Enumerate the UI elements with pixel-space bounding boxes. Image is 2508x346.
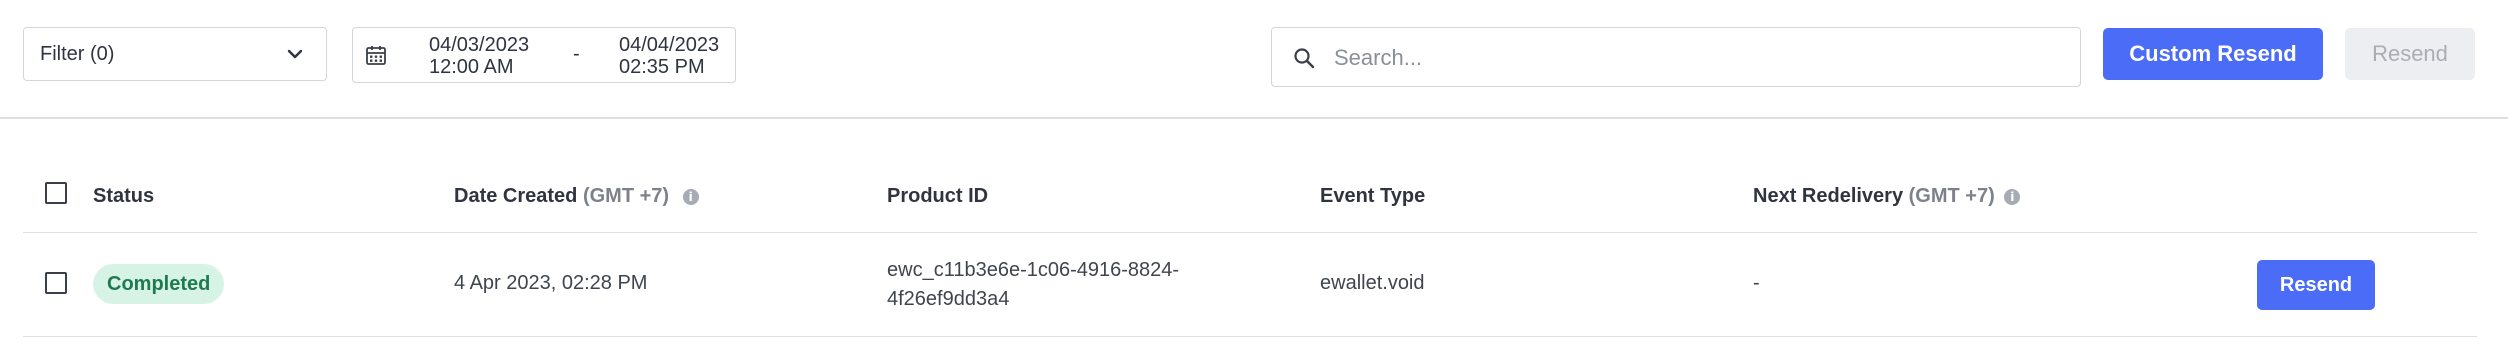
select-all-checkbox[interactable] [45, 182, 67, 204]
filter-label: Filter (0) [40, 42, 115, 65]
search-placeholder: Search... [1334, 45, 1423, 70]
cell-next-redelivery: - [1753, 272, 1760, 294]
date-to-date: 04/04/2023 [619, 34, 720, 56]
date-from[interactable]: 04/03/2023 12:00 AM [429, 34, 529, 78]
table-header: Status Date Created (GMT +7) i Product I… [23, 166, 2477, 233]
row-checkbox[interactable] [45, 272, 67, 294]
date-from-date: 04/03/2023 [429, 34, 530, 56]
cell-date-created: 4 Apr 2023, 02:28 PM [454, 272, 648, 294]
column-date-created-tz: (GMT +7) [582, 185, 670, 207]
table-row: Completed 4 Apr 2023, 02:28 PM ewc_c11b3… [23, 234, 2477, 337]
date-range-picker[interactable]: 04/03/2023 12:00 AM - 04/04/2023 02:35 P… [352, 27, 736, 83]
custom-resend-button[interactable]: Custom Resend [2103, 28, 2323, 80]
date-from-time: 12:00 AM [429, 56, 514, 78]
column-status: Status [93, 185, 155, 207]
info-icon: i [2004, 188, 2021, 205]
resend-button[interactable]: Resend [2345, 28, 2475, 80]
cell-event-type: ewallet.void [1320, 272, 1425, 294]
column-event-type: Event Type [1320, 185, 1426, 207]
status-badge: Completed [93, 264, 225, 304]
column-next-redelivery-tz: (GMT +7) [1908, 185, 1995, 207]
search-input[interactable]: Search... [1271, 27, 2081, 87]
row-resend-button[interactable]: Resend [2257, 260, 2375, 310]
column-date-created: Date Created (GMT +7) i [454, 185, 699, 208]
date-separator: - [573, 43, 580, 65]
toolbar-divider [0, 117, 2508, 119]
toolbar: Filter (0) 04/03/2023 12:00 AM - 04/04/2… [0, 0, 2508, 118]
column-next-redelivery-label: Next Redelivery [1753, 185, 1904, 207]
column-product-id: Product ID [887, 185, 989, 207]
filter-dropdown[interactable]: Filter (0) [23, 27, 327, 81]
info-icon: i [682, 188, 699, 205]
cell-product-id-line2: 4f26ef9dd3a4 [887, 288, 1010, 310]
cell-product-id-line1: ewc_c11b3e6e-1c06-4916-8824- [887, 259, 1180, 281]
search-icon [1294, 48, 1315, 69]
date-to[interactable]: 04/04/2023 02:35 PM [619, 34, 719, 78]
column-date-created-label: Date Created [454, 185, 578, 207]
calendar-icon [366, 46, 386, 65]
chevron-down-icon [287, 49, 303, 59]
date-to-time: 02:35 PM [619, 56, 705, 78]
cell-product-id: ewc_c11b3e6e-1c06-4916-8824- 4f26ef9dd3a… [887, 256, 1179, 314]
column-next-redelivery: Next Redelivery (GMT +7) i [1753, 185, 2021, 208]
